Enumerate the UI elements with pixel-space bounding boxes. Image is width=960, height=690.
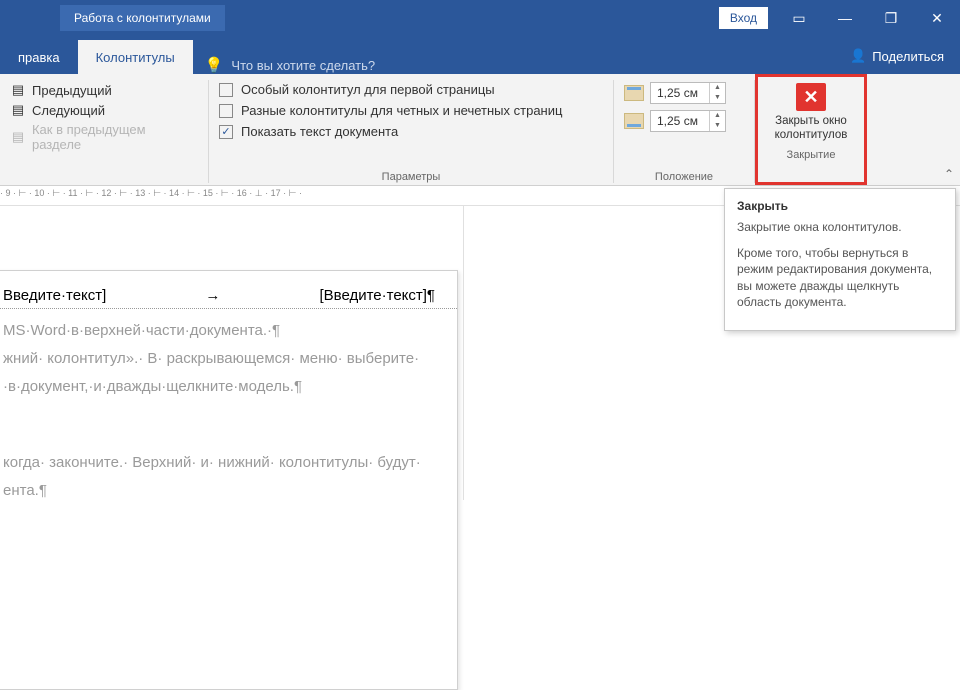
ruler-marks: · 9 · ⊢ · 10 · ⊢ · 11 · ⊢ · 12 · ⊢ · 13 … [0, 188, 302, 199]
close-window-icon[interactable]: ✕ [914, 0, 960, 36]
next-section-button[interactable]: ▤ Следующий [10, 102, 198, 118]
tooltip-title: Закрыть [737, 199, 943, 213]
header-from-top: 1,25 см ▲▼ [624, 82, 726, 104]
lightbulb-icon: 💡 [205, 56, 224, 74]
title-bar: Работа с колонтитулами Вход ▭ — ❐ ✕ [0, 0, 960, 36]
group-position: 1,25 см ▲▼ 1,25 см ▲▼ Положение [614, 74, 754, 185]
close-line2: колонтитулов [775, 129, 848, 141]
ribbon-display-options-icon[interactable]: ▭ [776, 0, 822, 36]
arrow-down-icon: ▼ [710, 93, 725, 103]
footer-from-bottom: 1,25 см ▲▼ [624, 110, 726, 132]
check-label: Показать текст документа [241, 124, 398, 139]
next-icon: ▤ [10, 102, 26, 118]
share-icon: 👤 [850, 48, 866, 64]
link-label: Как в предыдущем разделе [32, 122, 198, 152]
close-line1: Закрыть окно [775, 115, 847, 127]
next-label: Следующий [32, 103, 105, 118]
document-area[interactable]: Введите·текст] → [Введите·текст]¶ MS·Wor… [0, 206, 464, 500]
minimize-icon[interactable]: — [822, 0, 868, 36]
page-body: MS·Word·в·верхней·части·документа.·¶ жни… [0, 309, 457, 517]
body-line: MS·Word·в·верхней·части·документа.·¶ [3, 319, 435, 343]
tab-edit[interactable]: правка [0, 40, 78, 74]
checkbox-icon [219, 83, 233, 97]
tab-header-footer[interactable]: Колонтитулы [78, 40, 193, 74]
close-header-footer-button[interactable]: ✕ Закрыть окно колонтитулов [775, 79, 848, 147]
spinner-arrows[interactable]: ▲▼ [709, 111, 725, 131]
different-first-page-checkbox[interactable]: Особый колонтитул для первой страницы [219, 82, 562, 97]
tooltip-text: Кроме того, чтобы вернуться в режим реда… [737, 245, 943, 310]
link-icon: ▤ [10, 129, 26, 145]
odd-even-checkbox[interactable]: Разные колонтитулы для четных и нечетных… [219, 103, 562, 118]
restore-icon[interactable]: ❐ [868, 0, 914, 36]
header-from-top-spinner[interactable]: 1,25 см ▲▼ [650, 82, 726, 104]
body-line: ента.¶ [3, 479, 435, 503]
prev-icon: ▤ [10, 82, 26, 98]
ribbon-tabs: правка Колонтитулы 💡 Что вы хотите сдела… [0, 36, 960, 74]
collapse-ribbon-icon[interactable]: ⌃ [944, 167, 954, 181]
link-to-previous-button: ▤ Как в предыдущем разделе [10, 122, 198, 152]
body-line: когда· закончите.· Верхний· и· нижний· к… [3, 451, 435, 475]
header-position-icon [624, 85, 644, 101]
contextual-tab-label: Работа с колонтитулами [60, 5, 225, 31]
header-tab-arrow: → [205, 287, 220, 304]
spinner-value: 1,25 см [651, 86, 709, 100]
page-header[interactable]: Введите·текст] → [Введите·текст]¶ [0, 271, 457, 309]
group-label: Положение [624, 169, 744, 183]
group-close: ✕ Закрыть окно колонтитулов Закрытие [755, 74, 867, 185]
group-label: Параметры [219, 169, 603, 183]
group-label [10, 169, 198, 183]
prev-section-button[interactable]: ▤ Предыдущий [10, 82, 198, 98]
page[interactable]: Введите·текст] → [Введите·текст]¶ MS·Wor… [0, 270, 458, 690]
share-label: Поделиться [872, 49, 944, 64]
close-x-icon: ✕ [796, 83, 826, 111]
spinner-arrows[interactable]: ▲▼ [709, 83, 725, 103]
arrow-up-icon: ▲ [710, 111, 725, 121]
check-label: Особый колонтитул для первой страницы [241, 82, 495, 97]
tooltip-text: Закрытие окна колонтитулов. [737, 219, 943, 235]
tell-me-placeholder: Что вы хотите сделать? [231, 58, 375, 73]
group-label: Закрытие [787, 147, 836, 163]
spinner-value: 1,25 см [651, 114, 709, 128]
body-line: ·в·документ,·и·дважды·щелкните·модель.¶ [3, 375, 435, 399]
header-left-field[interactable]: Введите·текст] [3, 287, 106, 304]
checkbox-icon [219, 104, 233, 118]
prev-label: Предыдущий [32, 83, 112, 98]
check-label: Разные колонтитулы для четных и нечетных… [241, 103, 562, 118]
group-options: Особый колонтитул для первой страницы Ра… [209, 74, 613, 185]
checkbox-checked-icon: ✓ [219, 125, 233, 139]
tooltip: Закрыть Закрытие окна колонтитулов. Кром… [724, 188, 956, 331]
footer-position-icon [624, 113, 644, 129]
share-button[interactable]: 👤 Поделиться [834, 38, 960, 74]
ribbon: ▤ Предыдущий ▤ Следующий ▤ Как в предыду… [0, 74, 960, 186]
show-document-text-checkbox[interactable]: ✓ Показать текст документа [219, 124, 562, 139]
tell-me-input[interactable]: 💡 Что вы хотите сделать? [193, 56, 387, 74]
sign-in-button[interactable]: Вход [719, 7, 768, 29]
arrow-up-icon: ▲ [710, 83, 725, 93]
header-right-field[interactable]: [Введите·текст]¶ [319, 287, 435, 304]
body-line: жний· колонтитул».· В· раскрывающемся· м… [3, 347, 435, 371]
group-navigation: ▤ Предыдущий ▤ Следующий ▤ Как в предыду… [0, 74, 208, 185]
arrow-down-icon: ▼ [710, 121, 725, 131]
footer-from-bottom-spinner[interactable]: 1,25 см ▲▼ [650, 110, 726, 132]
